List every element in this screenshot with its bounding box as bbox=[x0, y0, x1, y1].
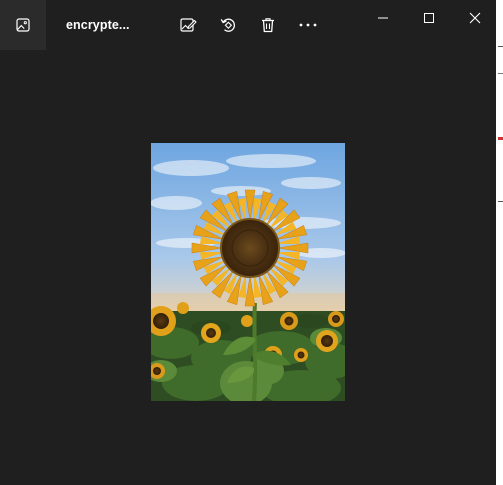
minimize-icon bbox=[378, 17, 388, 19]
edge-mark bbox=[498, 46, 503, 47]
more-options-button[interactable] bbox=[296, 13, 320, 37]
edge-mark bbox=[498, 137, 503, 140]
rotate-icon bbox=[220, 18, 236, 32]
delete-button[interactable] bbox=[256, 13, 280, 37]
rotate-button[interactable] bbox=[216, 13, 240, 37]
maximize-icon bbox=[424, 13, 434, 23]
edge-mark bbox=[498, 201, 503, 202]
maximize-button[interactable] bbox=[417, 6, 441, 30]
edit-image-button[interactable] bbox=[176, 13, 200, 37]
close-button[interactable] bbox=[463, 6, 487, 30]
edit-image-icon bbox=[180, 18, 197, 32]
title-bar: encrypte... bbox=[0, 0, 496, 50]
file-title: encrypte... bbox=[66, 18, 130, 32]
trash-icon bbox=[262, 18, 274, 33]
photo-app-icon bbox=[16, 18, 30, 32]
photos-app-window: encrypte... bbox=[0, 0, 496, 485]
close-icon bbox=[469, 12, 481, 24]
sunflower-photo bbox=[151, 143, 345, 401]
minimize-button[interactable] bbox=[371, 6, 395, 30]
app-icon-button[interactable] bbox=[0, 0, 46, 50]
edge-mark bbox=[498, 73, 503, 74]
more-options-icon bbox=[299, 23, 317, 27]
